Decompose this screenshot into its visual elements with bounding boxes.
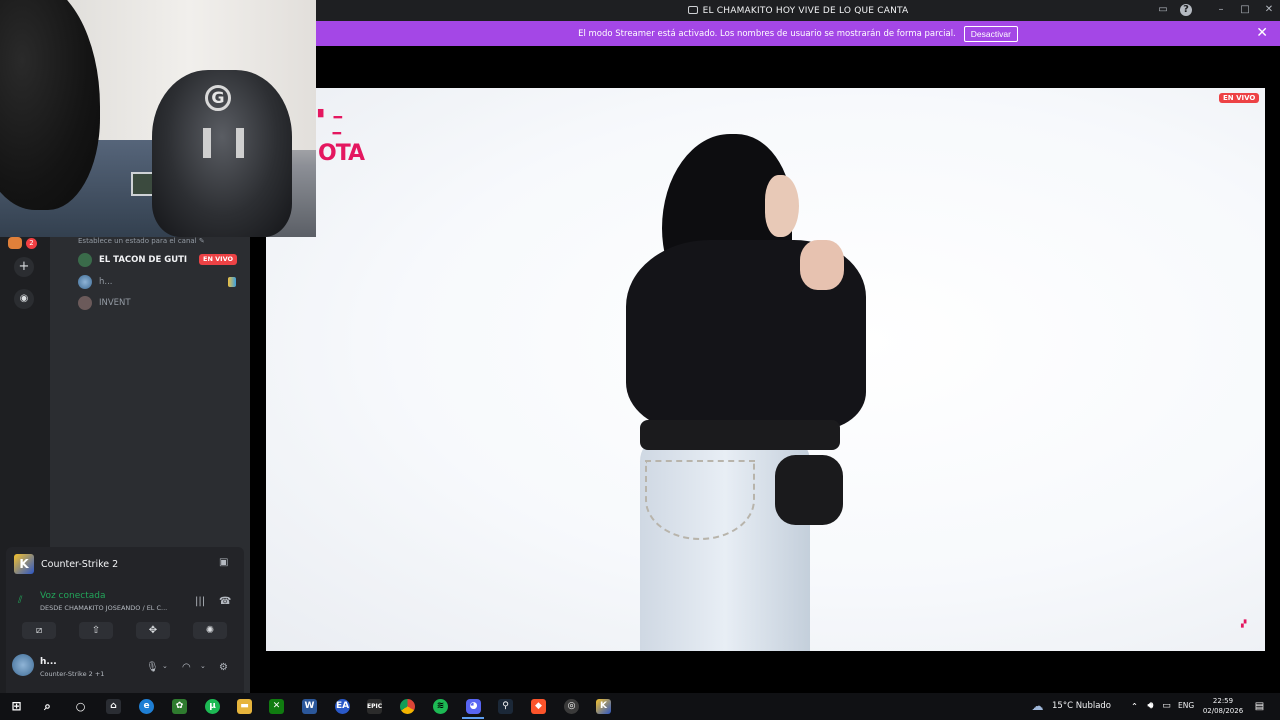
member-avatar bbox=[78, 275, 92, 289]
broadcast-icon[interactable]: ▣ bbox=[219, 557, 228, 568]
stream-overlay-logo: ▘ ━ ━ OTA bbox=[318, 110, 365, 166]
brave-icon[interactable]: ◆ bbox=[531, 699, 546, 714]
chevron-down-icon[interactable]: ⌄ bbox=[200, 662, 206, 670]
settings-icon[interactable]: ⚙ bbox=[219, 662, 228, 673]
user-avatar-wrap[interactable] bbox=[12, 654, 34, 676]
discover-icon[interactable]: ◉ bbox=[14, 289, 34, 309]
user-activity: Counter-Strike 2 +1 bbox=[40, 670, 105, 678]
obs-icon[interactable]: ◎ bbox=[564, 699, 579, 714]
activity-game: Counter-Strike 2 bbox=[41, 558, 119, 570]
window-title-wrap: EL CHAMAKITO HOY VIVE DE LO QUE CANTA bbox=[316, 5, 1280, 16]
edge-icon[interactable]: e bbox=[139, 699, 154, 714]
deactivate-button[interactable]: Desactivar bbox=[963, 25, 1018, 42]
chair-strip bbox=[236, 128, 244, 158]
clock[interactable]: 22:59 02/08/2026 bbox=[1198, 696, 1248, 716]
file-explorer-icon[interactable]: ▬ bbox=[237, 699, 252, 714]
video-subject-bag bbox=[775, 455, 843, 525]
edit-icon: ✎ bbox=[198, 237, 205, 245]
network-icon[interactable]: ▭ bbox=[1159, 699, 1174, 714]
taskbar: ⊞ ⌕ ○ ⌂ e ✿ µ ▬ ✕ W EA EPIC ≋ ◕ ⚲ ◆ ◎ K … bbox=[0, 693, 1280, 720]
volume-icon[interactable]: 🔊︎ bbox=[1143, 699, 1158, 714]
minimize-icon[interactable]: – bbox=[1214, 3, 1228, 17]
cortana-icon[interactable]: ○ bbox=[73, 699, 88, 714]
member-live-badge: EN VIVO bbox=[199, 254, 238, 265]
avatar bbox=[12, 654, 34, 676]
server-avatar[interactable] bbox=[8, 237, 22, 249]
search-icon[interactable]: ⌕ bbox=[40, 699, 55, 714]
fl-studio-icon[interactable]: ✿ bbox=[172, 699, 187, 714]
member-name: INVENT bbox=[99, 298, 131, 308]
voice-status[interactable]: Voz conectada bbox=[40, 591, 105, 601]
chevron-down-icon[interactable]: ⌄ bbox=[162, 662, 168, 670]
add-server-icon[interactable]: + bbox=[14, 257, 34, 277]
video-subject-hand bbox=[800, 240, 844, 290]
chrome-icon[interactable] bbox=[400, 699, 415, 714]
member-avatar bbox=[78, 296, 92, 310]
corner-watermark: ▞ bbox=[1241, 620, 1247, 628]
notifications-icon[interactable]: ▤ bbox=[1252, 699, 1267, 714]
discord-icon[interactable]: ◕ bbox=[466, 699, 481, 714]
clock-time: 22:59 bbox=[1212, 697, 1234, 705]
user-panel: K Counter-Strike 2 ▣ ⫽ Voz conectada DES… bbox=[6, 547, 244, 693]
tv-icon bbox=[687, 5, 698, 14]
mic-icon[interactable]: 🎙︎ bbox=[146, 662, 159, 673]
banner-message: El modo Streamer está activado. Los nomb… bbox=[578, 28, 956, 39]
voice-member[interactable]: h... bbox=[78, 274, 113, 290]
member-avatar bbox=[78, 253, 92, 267]
voice-member[interactable]: EL TACON DE GUTI bbox=[78, 252, 187, 268]
help-icon[interactable]: ? bbox=[1180, 4, 1192, 16]
noise-suppression-icon[interactable]: ||| bbox=[195, 596, 205, 607]
screen-share-button[interactable]: ⇧ bbox=[79, 622, 113, 639]
activity-row[interactable]: K Counter-Strike 2 bbox=[14, 554, 118, 574]
chair-logo: G bbox=[205, 85, 231, 111]
utorrent-icon[interactable]: µ bbox=[205, 699, 220, 714]
camera-off-button[interactable]: ⧄ bbox=[22, 622, 56, 639]
disconnect-icon[interactable]: ☎ bbox=[219, 596, 231, 607]
headphones-icon[interactable]: ◠ bbox=[182, 662, 191, 673]
video-subject-face bbox=[765, 175, 799, 237]
streamer-mode-banner: El modo Streamer está activado. Los nomb… bbox=[316, 21, 1280, 46]
username: h... bbox=[40, 657, 57, 667]
weather-text[interactable]: 15°C Nublado bbox=[1052, 701, 1111, 711]
webcam-person bbox=[0, 0, 100, 210]
banner-close-icon[interactable]: ✕ bbox=[1256, 25, 1268, 41]
epic-games-icon[interactable]: EPIC bbox=[367, 699, 382, 714]
stream-live-badge: EN VIVO bbox=[1219, 93, 1260, 103]
clock-date: 02/08/2026 bbox=[1202, 707, 1244, 715]
word-icon[interactable]: W bbox=[302, 699, 317, 714]
webcam-overlay: G bbox=[0, 0, 316, 237]
game-activity-icon bbox=[228, 277, 236, 287]
counter-strike-icon[interactable]: K bbox=[596, 699, 611, 714]
title-bar: EL CHAMAKITO HOY VIVE DE LO QUE CANTA ▭ … bbox=[316, 0, 1280, 21]
channel-status-placeholder[interactable]: Establece un estado para el canal ✎ bbox=[78, 237, 205, 245]
window-title: EL CHAMAKITO HOY VIVE DE LO QUE CANTA bbox=[702, 5, 909, 16]
language-indicator[interactable]: ENG bbox=[1178, 701, 1194, 710]
notification-badge: 2 bbox=[26, 238, 37, 249]
steam-icon[interactable]: ⚲ bbox=[498, 699, 513, 714]
ea-icon[interactable]: EA bbox=[335, 699, 350, 714]
app-icon[interactable]: ⌂ bbox=[106, 699, 121, 714]
maximize-icon[interactable]: □ bbox=[1238, 3, 1252, 17]
cloud-icon: ☁ bbox=[1031, 699, 1044, 713]
close-icon[interactable]: ✕ bbox=[1262, 3, 1276, 17]
video-subject-belt bbox=[640, 420, 840, 450]
voice-channel[interactable]: DESDE CHAMAKITO JOSEANDO / EL C... bbox=[40, 604, 167, 612]
member-name: h... bbox=[99, 277, 113, 287]
voice-member[interactable]: INVENT bbox=[78, 295, 131, 311]
windows-start-icon[interactable]: ⊞ bbox=[9, 699, 24, 714]
inbox-icon[interactable]: ▭ bbox=[1156, 3, 1170, 17]
video-subject-chain bbox=[645, 460, 755, 540]
active-app-indicator bbox=[462, 717, 484, 719]
xbox-icon[interactable]: ✕ bbox=[269, 699, 284, 714]
signal-icon: ⫽ bbox=[18, 595, 23, 606]
spotify-icon[interactable]: ≋ bbox=[433, 699, 448, 714]
member-name: EL TACON DE GUTI bbox=[99, 255, 188, 265]
game-icon: K bbox=[14, 554, 34, 574]
soundboard-button[interactable]: ✺ bbox=[193, 622, 227, 639]
chair-strip bbox=[203, 128, 211, 158]
chevron-up-icon[interactable]: ⌃ bbox=[1127, 699, 1142, 714]
activities-button[interactable]: ✥ bbox=[136, 622, 170, 639]
